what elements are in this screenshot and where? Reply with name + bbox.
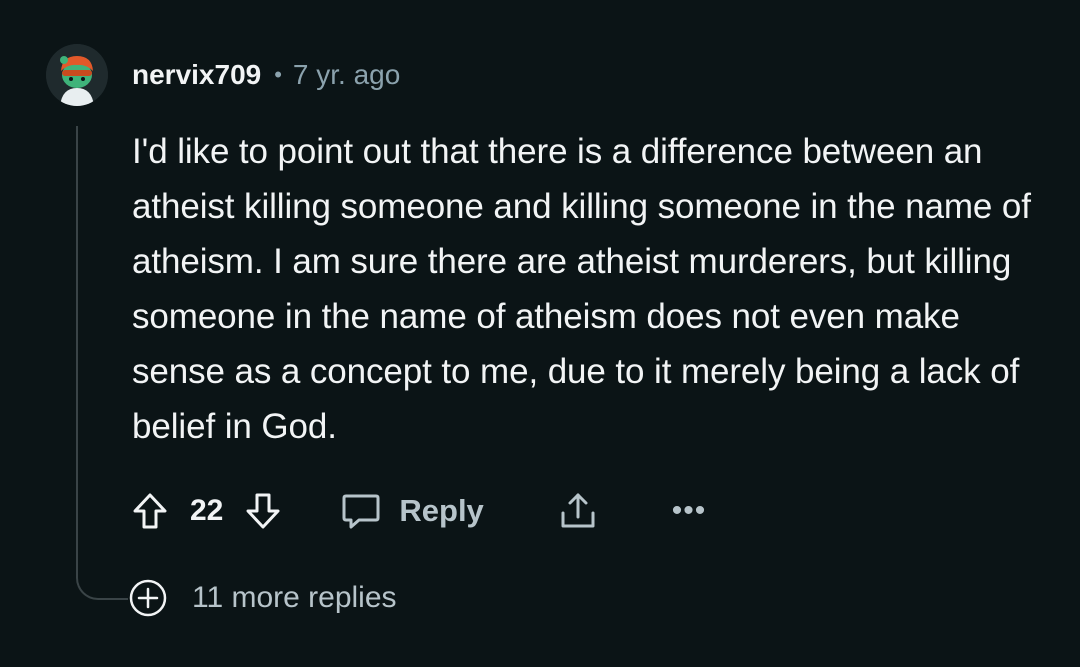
plus-circle-icon <box>129 579 167 617</box>
share-button[interactable] <box>558 491 598 531</box>
comment-body: I'd like to point out that there is a di… <box>132 132 1031 446</box>
avatar[interactable] <box>46 44 108 106</box>
avatar-icon <box>46 44 108 106</box>
comment-actions: 22 Reply ••• <box>132 486 706 536</box>
reply-label: Reply <box>399 493 484 528</box>
upvote-button[interactable] <box>132 492 168 530</box>
comment-page: nervix709 • 7 yr. ago I'd like to point … <box>0 0 1080 667</box>
more-replies-label: 11 more replies <box>192 581 397 614</box>
more-options-button[interactable]: ••• <box>672 494 707 528</box>
thread-line <box>76 126 78 572</box>
reply-button[interactable]: Reply <box>341 492 484 530</box>
expand-icon-wrap <box>128 578 168 618</box>
thread-branch <box>76 560 128 600</box>
more-replies-button[interactable]: 11 more replies <box>128 576 397 620</box>
ellipsis-icon: ••• <box>671 494 707 527</box>
downvote-button[interactable] <box>245 492 281 530</box>
share-icon <box>561 493 595 528</box>
speech-bubble-icon <box>342 494 380 529</box>
timestamp: 7 yr. ago <box>292 59 401 90</box>
comment-meta: nervix709 • 7 yr. ago <box>132 56 400 94</box>
vote-count: 22 <box>190 494 224 527</box>
reply-icon-wrap <box>341 492 381 530</box>
upvote-arrow-icon <box>133 493 167 529</box>
meta-separator: • <box>274 62 282 87</box>
downvote-arrow-icon <box>246 493 280 529</box>
username[interactable]: nervix709 <box>132 59 261 91</box>
